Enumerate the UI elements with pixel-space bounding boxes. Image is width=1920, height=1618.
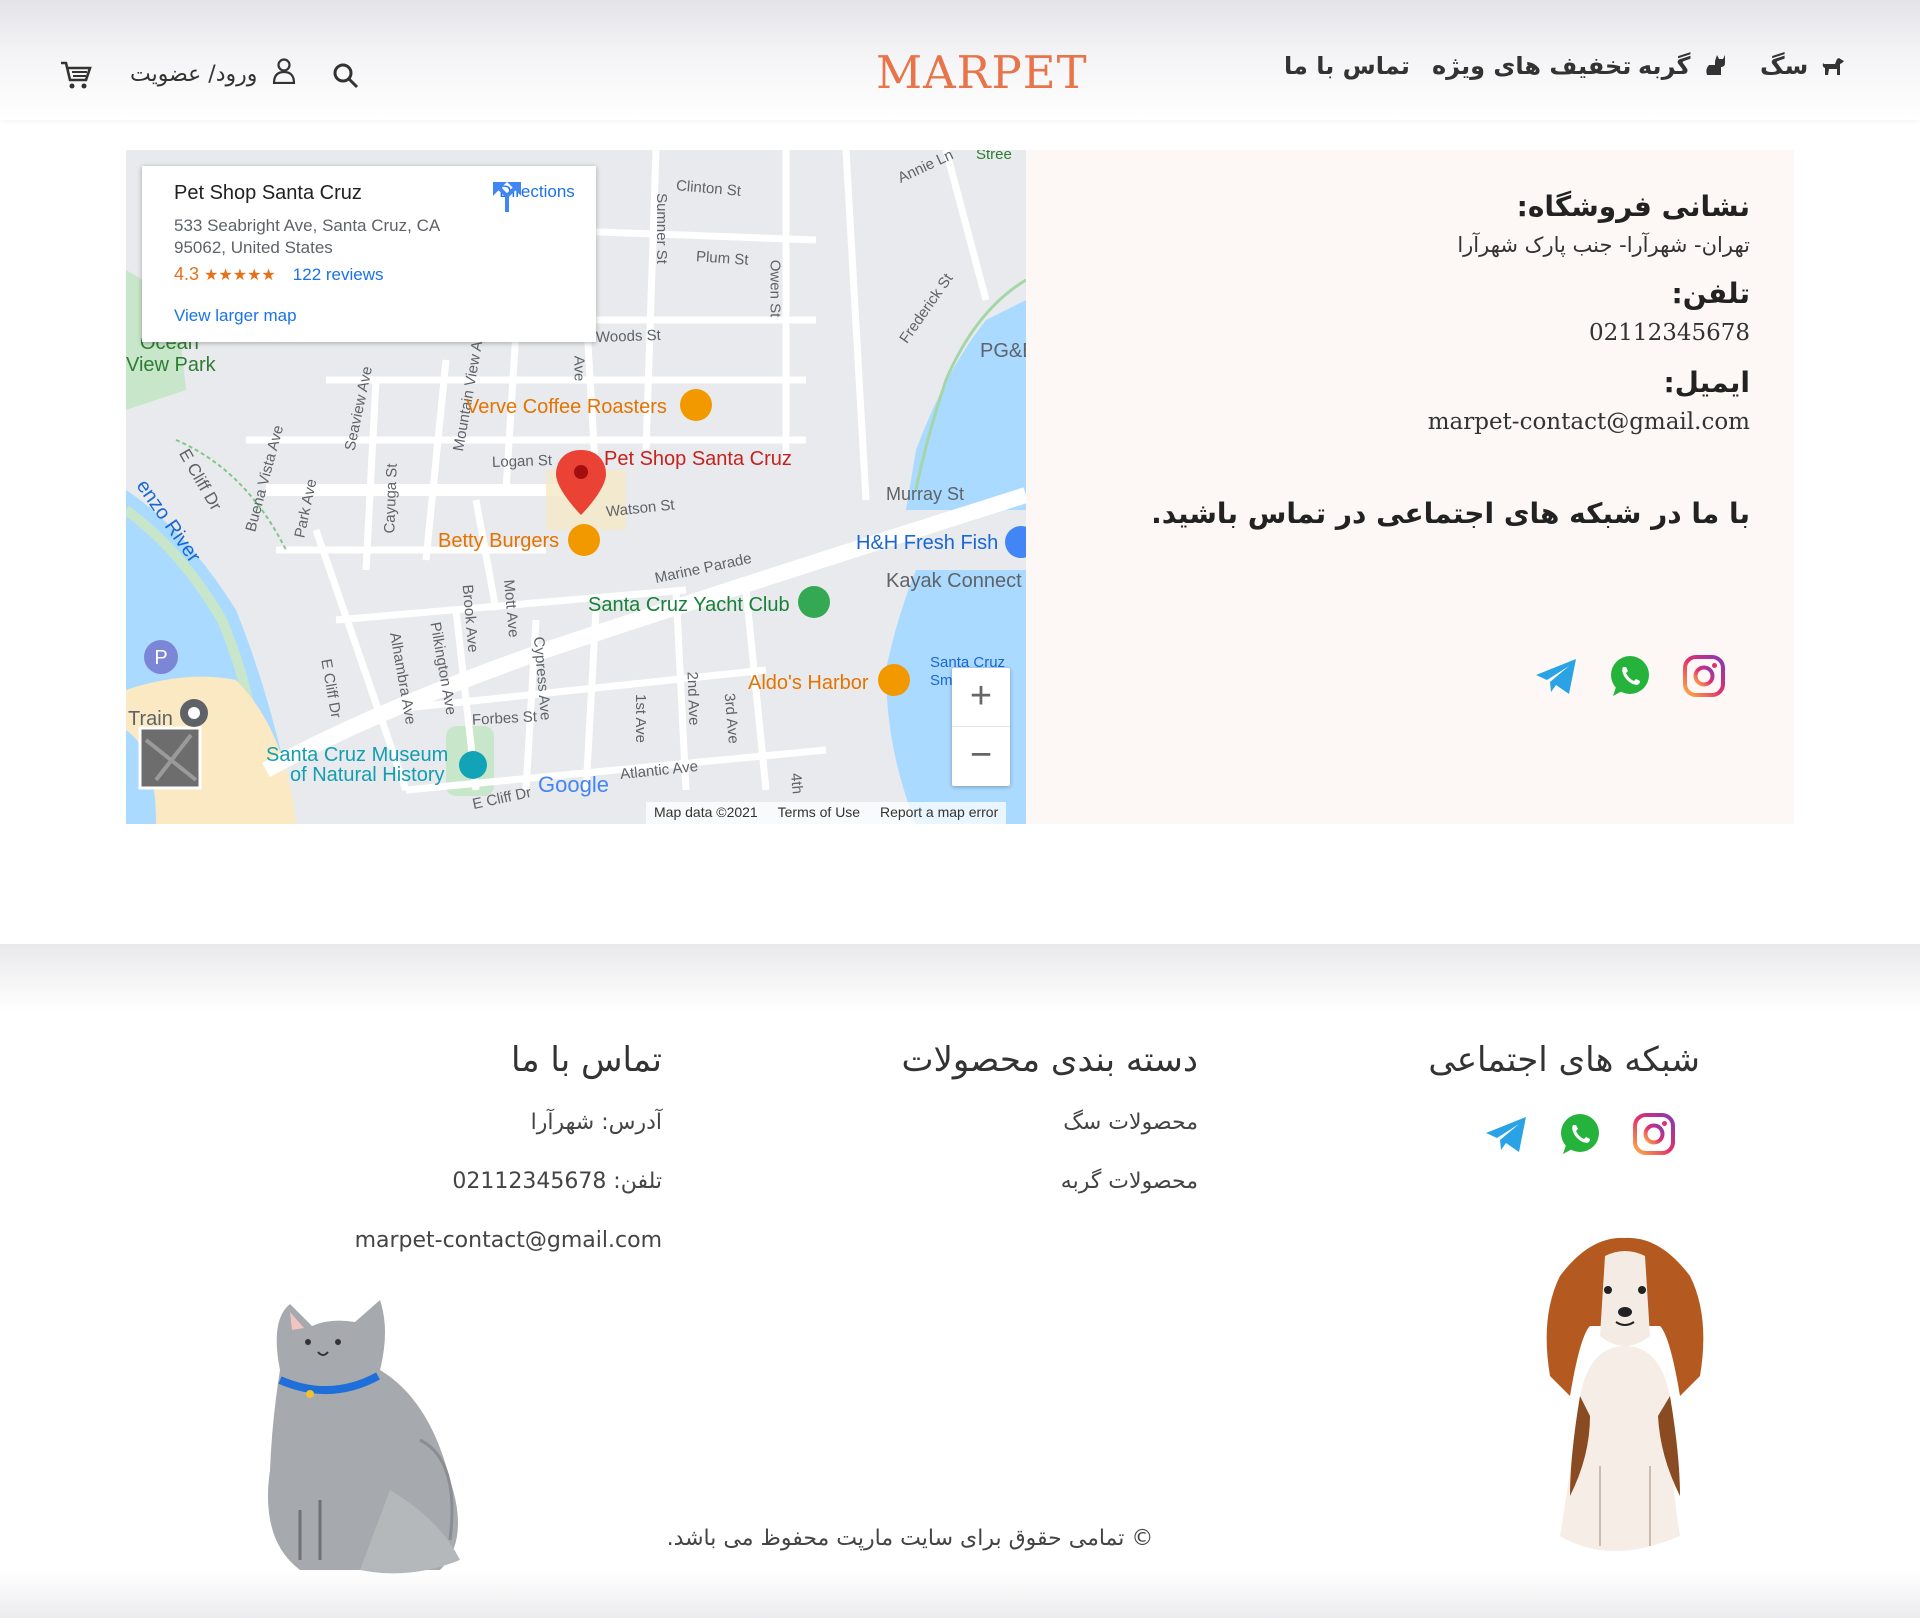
telegram-icon[interactable] [1534,654,1578,698]
map-attribution: Map data ©2021 Terms of Use Report a map… [646,802,1007,824]
map-embed[interactable]: P Clinton St Plum St Woods St Logan St W… [126,150,1026,824]
search-icon[interactable] [332,62,360,90]
street-label: Woods St [595,326,662,347]
directions-icon [493,182,521,212]
dog-illustration [1546,1237,1704,1551]
poi-label: PG&E [980,340,1026,362]
street-label: Murray St [886,484,965,504]
place-rating: 4.3 ★★★★★ 122 reviews [174,264,384,285]
footer-contact-column: تماس با ما آدرس: شهرآرا تلفن: 0211234567… [300,1040,662,1287]
nav-item-dog[interactable]: سگ [1760,52,1845,80]
whatsapp-icon[interactable] [1608,654,1652,698]
street-label: Cayuga St [381,463,401,534]
site-logo[interactable]: MARPET [876,46,1087,99]
poi-label: Train [128,708,173,730]
street-label: 2nd Ave [683,671,703,726]
cat-icon [1706,55,1725,75]
poi-label: Sm [930,672,953,689]
contact-social-links [1534,654,1726,698]
poi-label: Aldo's Harbor [748,672,869,694]
terms-link[interactable]: Terms of Use [778,804,860,820]
telegram-icon[interactable] [1484,1112,1528,1156]
map-info-card: Pet Shop Santa Cruz 533 Seabright Ave, S… [142,166,596,342]
street-label: 1st Ave [631,694,649,743]
place-name: Pet Shop Santa Cruz [174,182,362,204]
poi-label: Betty Burgers [438,530,560,552]
instagram-icon[interactable] [1682,654,1726,698]
directions-button[interactable]: Directions [492,182,582,212]
site-header: MARPET سگ گربه تخفیف های ویژه تماس با ما… [0,0,1920,120]
cart-icon[interactable] [60,60,92,90]
instagram-icon[interactable] [1632,1112,1676,1156]
footer-category-dog[interactable]: محصولات سگ [840,1110,1198,1135]
poi-label: Verve Coffee Roasters [466,396,667,418]
store-contact-panel: نشانی فروشگاه: تهران- شهرآرا- جنب پارک ش… [1026,150,1794,824]
phone-heading: تلفن: [1671,277,1751,310]
poi-label: Kayak Connect [886,570,1022,592]
google-logo: Google [538,772,609,797]
email-text: marpet-contact@gmail.com [1427,409,1750,435]
reviews-link[interactable]: 122 reviews [293,265,384,284]
address-heading: نشانی فروشگاه: [1516,190,1750,223]
street-label: 4th [787,772,806,795]
street-label: Forbes St [471,708,538,729]
street-label: Logan St [491,451,553,472]
map-data-credit: Map data ©2021 [654,804,758,820]
nav-item-cat[interactable]: گربه [1638,52,1727,80]
svg-text:P: P [154,647,167,669]
whatsapp-icon[interactable] [1558,1112,1602,1156]
street-label: Ave [570,355,588,382]
place-address-line1: 533 Seabright Ave, Santa Cruz, CA [174,216,441,235]
address-text: تهران- شهرآرا- جنب پارک شهرآرا [1457,233,1750,257]
footer-address: آدرس: شهرآرا [530,1110,662,1135]
rating-value: 4.3 [174,264,200,284]
street-label: Stree [976,150,1012,163]
poi-label: H&H Fresh Fish [856,532,999,554]
nav-item-dog-label: سگ [1760,52,1809,80]
nav-item-cat-label: گربه [1638,52,1691,80]
view-larger-map-link[interactable]: View larger map [174,306,297,326]
footer-categories-column: دسته بندی محصولات محصولات سگ محصولات گرب… [840,1040,1198,1228]
map-zoom-control: + − [952,668,1010,786]
login-link[interactable]: ورود/ عضویت [130,58,296,87]
footer-phone: تلفن: 02112345678 [452,1169,662,1194]
footer-copyright: © تمامی حقوق برای سایت مارپت محفوظ می با… [666,1526,1154,1551]
nav-item-contact[interactable]: تماس با ما [1284,52,1410,80]
footer-contact-title: تماس با ما [511,1040,662,1080]
footer-social-title: شبکه های اجتماعی [1428,1040,1700,1080]
poi-label: Santa Cruz Yacht Club [588,594,790,616]
cat-illustration [268,1300,460,1574]
user-icon [273,58,296,85]
footer-category-cat[interactable]: محصولات گربه [840,1169,1198,1194]
rating-stars: ★★★★★ [204,267,276,284]
footer-email[interactable]: marpet-contact@gmail.com [300,1228,662,1253]
zoom-in-button[interactable]: + [952,668,1010,727]
street-label: Plum St [695,248,750,269]
poi-label: View Park [126,354,216,376]
poi-label[interactable]: Pet Shop Santa Cruz [604,448,792,471]
report-error-link[interactable]: Report a map error [880,804,998,820]
phone-text: 02112345678 [1589,320,1750,346]
login-label: ورود/ عضویت [130,62,258,87]
footer-social-links [1484,1112,1676,1156]
poi-label: of Natural History [290,764,445,786]
street-label: Owen St [766,259,784,318]
dog-icon [1822,58,1844,75]
social-heading: با ما در شبکه های اجتماعی در تماس باشید. [1151,497,1750,530]
place-address-line2: 95062, United States [174,238,333,257]
footer-social-column: شبکه های اجتماعی [1370,1040,1700,1110]
street-label: Sumner St [652,193,670,264]
footer-categories-title: دسته بندی محصولات [901,1040,1198,1080]
nav-item-deals[interactable]: تخفیف های ویژه [1432,52,1631,80]
email-heading: ایمیل: [1663,366,1750,399]
zoom-out-button[interactable]: − [952,727,1010,786]
